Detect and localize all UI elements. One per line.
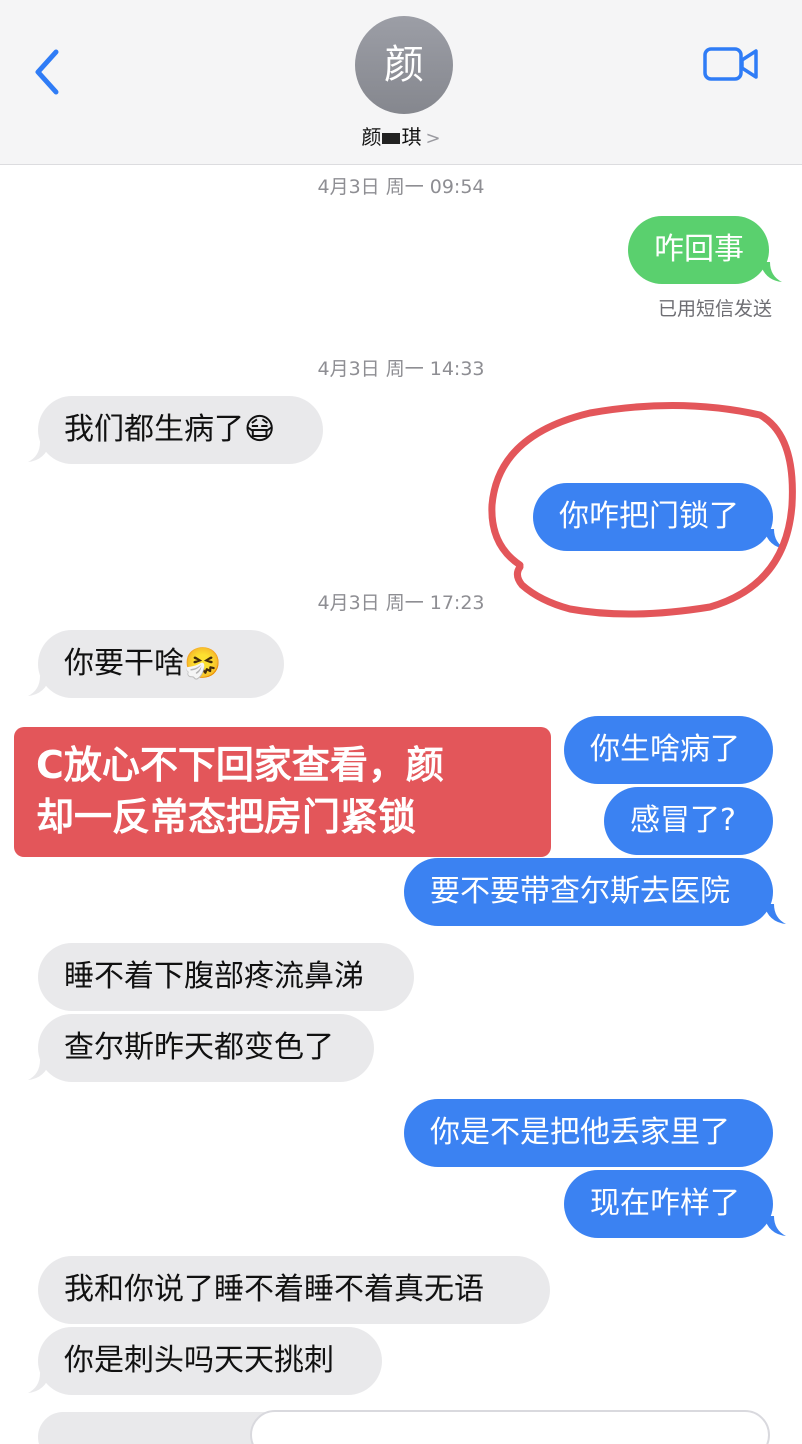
bubble-tail — [764, 529, 786, 549]
delivery-status: 已用短信发送 — [657, 298, 772, 320]
outgoing-message[interactable]: 要不要带查尔斯去医院 — [404, 858, 773, 926]
chevron-right-icon: > — [425, 128, 441, 149]
conversation-header: 颜 颜琪 > — [0, 0, 802, 165]
timestamp: 4月3日 周一 09:54 — [317, 176, 485, 198]
video-camera-icon — [703, 47, 758, 81]
bubble-tail — [760, 262, 782, 282]
back-button[interactable] — [28, 44, 68, 100]
contact-name[interactable]: 颜琪 > — [0, 121, 802, 150]
bubble-tail — [764, 904, 786, 924]
incoming-message[interactable]: 你是刺头吗天天挑刺 — [38, 1327, 382, 1395]
outgoing-message[interactable]: 现在咋样了 — [564, 1170, 773, 1238]
bubble-tail — [764, 1216, 786, 1236]
bubble-tail — [28, 1060, 50, 1080]
caption-line: C放心不下回家查看，颜 — [36, 743, 444, 787]
incoming-message[interactable]: 睡不着下腹部疼流鼻涕 — [38, 943, 414, 1011]
timestamp: 4月3日 周一 14:33 — [317, 358, 485, 380]
outgoing-message[interactable]: 感冒了? — [604, 787, 773, 855]
contact-name-last: 琪 — [401, 125, 422, 149]
outgoing-message[interactable]: 咋回事 — [628, 216, 769, 284]
incoming-message[interactable]: 查尔斯昨天都变色了 — [38, 1014, 374, 1082]
outgoing-message[interactable]: 你生啥病了 — [564, 716, 773, 784]
bubble-tail — [28, 442, 50, 462]
bubble-tail — [28, 1373, 50, 1393]
timestamp: 4月3日 周一 17:23 — [317, 592, 485, 614]
incoming-message[interactable]: 你要干啥🤧 — [38, 630, 284, 698]
facetime-video-button[interactable] — [702, 44, 760, 84]
incoming-message[interactable]: 我们都生病了😷 — [38, 396, 323, 464]
contact-name-first: 颜 — [361, 125, 382, 149]
redaction-mark — [382, 133, 401, 144]
incoming-message[interactable]: 我和你说了睡不着睡不着真无语 — [38, 1256, 550, 1324]
caption-annotation: C放心不下回家查看，颜 却一反常态把房门紧锁 — [14, 727, 551, 857]
message-input-field[interactable] — [250, 1410, 770, 1444]
contact-avatar[interactable]: 颜 — [355, 16, 453, 114]
chevron-left-icon — [35, 49, 59, 95]
caption-line: 却一反常态把房门紧锁 — [36, 795, 417, 839]
outgoing-message[interactable]: 你咋把门锁了 — [533, 483, 773, 551]
outgoing-message[interactable]: 你是不是把他丢家里了 — [404, 1099, 773, 1167]
bubble-tail — [28, 676, 50, 696]
